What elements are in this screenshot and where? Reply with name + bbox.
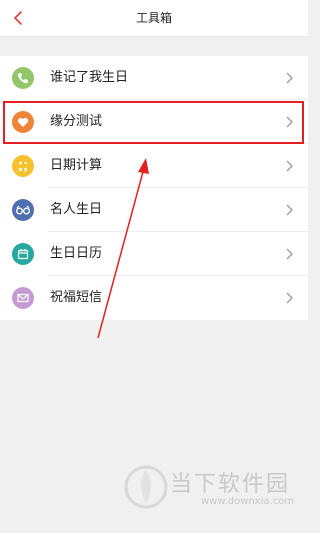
envelope-icon [12, 287, 34, 309]
chevron-right-icon [286, 204, 293, 216]
chevron-right-icon [286, 116, 293, 128]
list-item-date-calculation[interactable]: 日期计算 [0, 144, 308, 188]
chevron-right-icon [286, 292, 293, 304]
glasses-icon [12, 199, 34, 221]
calendar-icon [12, 243, 34, 265]
list-item-label: 名人生日 [50, 202, 103, 217]
phone-icon [12, 67, 34, 89]
page-title: 工具箱 [135, 11, 172, 25]
list-item-label: 祝福短信 [50, 290, 103, 305]
list-item-label: 缘分测试 [50, 114, 103, 129]
watermark-text: 当下软件园 [170, 472, 291, 497]
calculator-icon [12, 155, 34, 177]
list-item-label: 生日日历 [50, 246, 103, 261]
list-item-birthday-calendar[interactable]: 生日日历 [0, 232, 308, 276]
list-item-celebrity-birthdays[interactable]: 名人生日 [0, 188, 308, 232]
watermark-url: www.downxia.com [201, 496, 295, 507]
chevron-right-icon [286, 160, 293, 172]
list-item-label: 日期计算 [50, 158, 103, 173]
tool-list: 谁记了我生日 缘分测试 日期计算 名人生日 生日日历 祝福短信 [0, 56, 308, 320]
list-item-label: 谁记了我生日 [50, 70, 129, 85]
chevron-right-icon [286, 248, 293, 260]
list-item-greeting-sms[interactable]: 祝福短信 [0, 276, 308, 320]
header-bar: 工具箱 [0, 0, 308, 37]
watermark-logo [124, 465, 168, 509]
chevron-right-icon [286, 72, 293, 84]
heart-tag-icon [12, 111, 34, 133]
list-item-compatibility-test[interactable]: 缘分测试 [0, 100, 308, 144]
list-item-birthday-remember[interactable]: 谁记了我生日 [0, 56, 308, 100]
